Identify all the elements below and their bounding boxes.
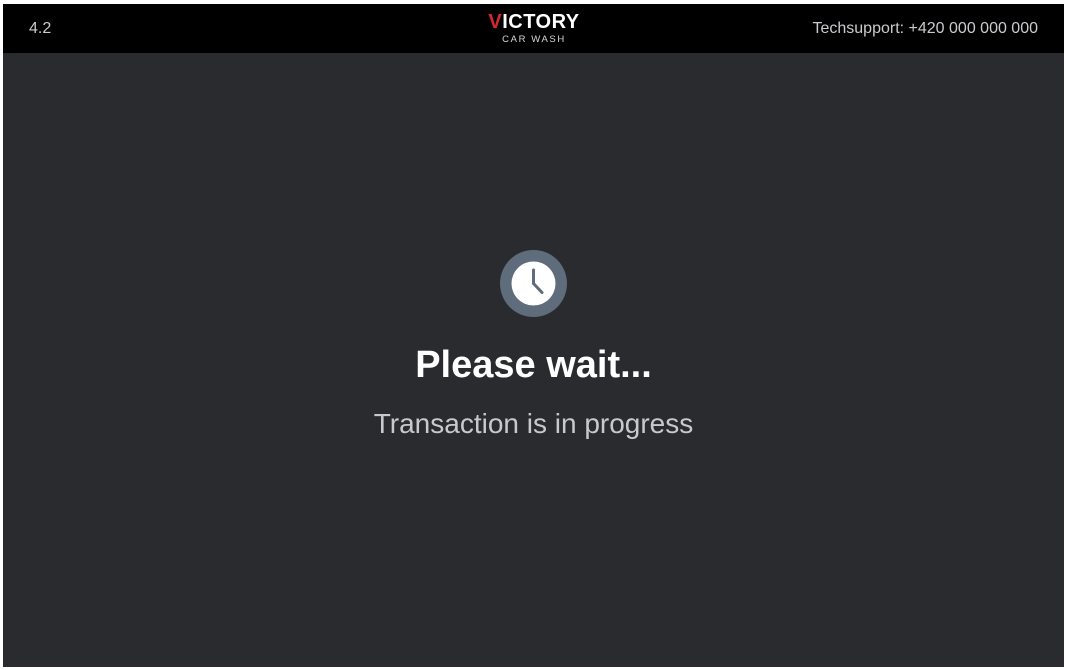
logo-tagline: CAR WASH xyxy=(502,34,566,45)
brand-logo: VICTORY CAR WASH xyxy=(479,12,589,46)
status-message: Transaction is in progress xyxy=(373,408,694,439)
kiosk-screen: 4.2 VICTORY CAR WASH Techsupport: +420 0… xyxy=(3,4,1064,667)
clock-icon-graphic xyxy=(500,250,567,317)
logo-wordmark-rest: ICTORY xyxy=(502,11,580,33)
status-panel: Please wait... Transaction is in progres… xyxy=(3,250,1064,441)
version-label: 4.2 xyxy=(29,20,52,37)
logo-v-accent: V xyxy=(488,11,503,33)
top-bar: 4.2 VICTORY CAR WASH Techsupport: +420 0… xyxy=(3,4,1064,53)
logo-wordmark: VICTORY xyxy=(479,12,589,32)
clock-icon xyxy=(500,250,567,317)
status-title: Please wait... xyxy=(415,344,652,386)
techsupport-contact: Techsupport: +420 000 000 000 xyxy=(812,20,1038,37)
